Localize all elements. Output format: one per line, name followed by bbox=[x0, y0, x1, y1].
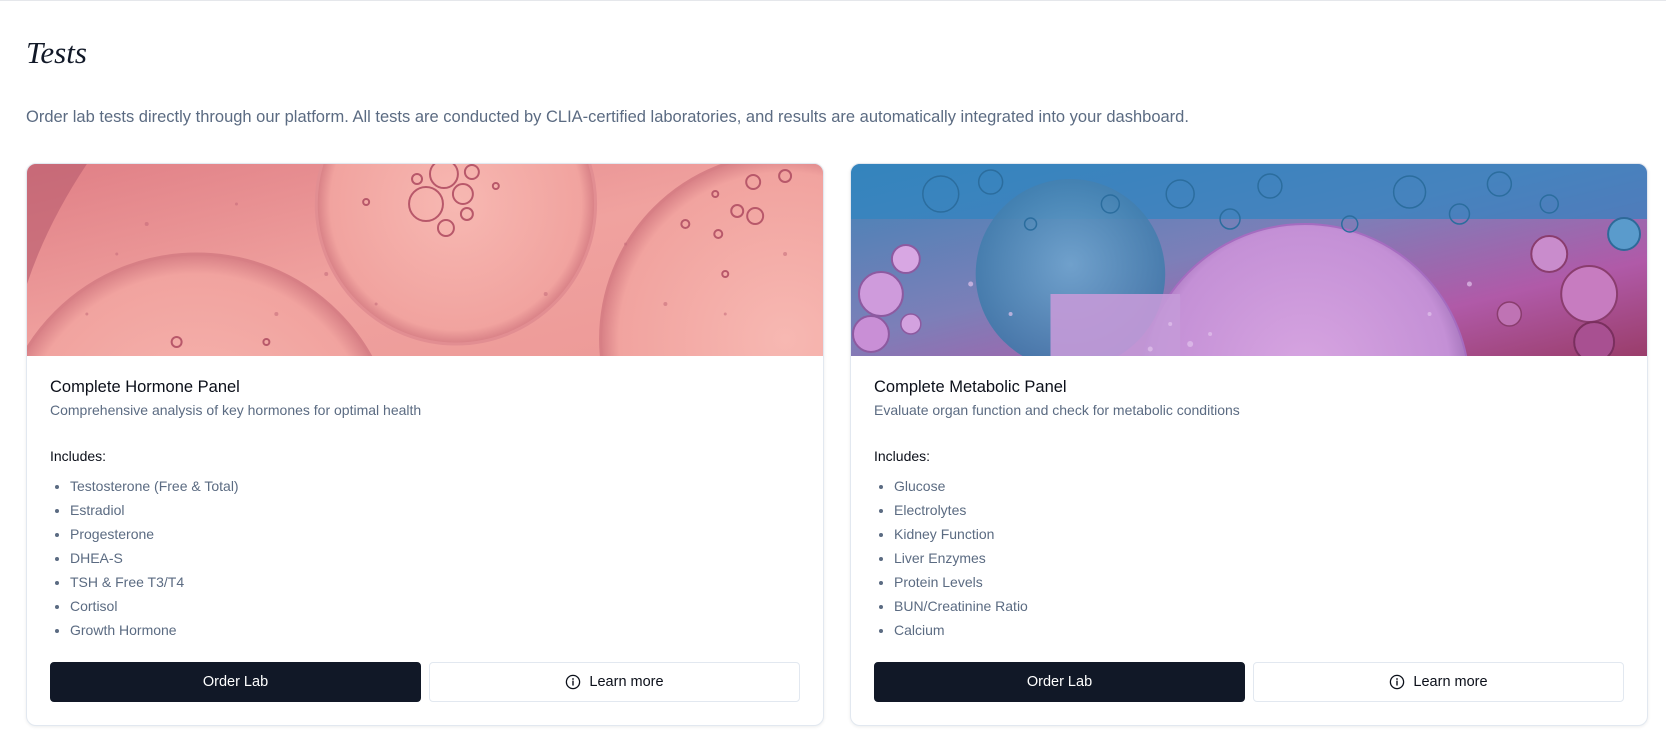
info-icon bbox=[566, 674, 581, 690]
info-icon bbox=[1390, 674, 1405, 690]
list-item: Estradiol bbox=[70, 498, 800, 522]
list-item: Testosterone (Free & Total) bbox=[70, 474, 800, 498]
list-item: Calcium bbox=[894, 618, 1624, 642]
card-subtitle: Comprehensive analysis of key hormones f… bbox=[50, 402, 422, 418]
list-item: Glucose bbox=[894, 474, 1624, 498]
includes-label: Includes: bbox=[874, 448, 931, 464]
card-actions: Order Lab Learn more bbox=[874, 662, 1624, 702]
list-item: Progesterone bbox=[70, 522, 800, 546]
page-title: Tests bbox=[26, 35, 87, 70]
includes-label: Includes: bbox=[50, 448, 107, 464]
card-subtitle: Evaluate organ function and check for me… bbox=[874, 402, 1240, 418]
order-lab-label: Order Lab bbox=[202, 674, 269, 690]
list-item: Kidney Function bbox=[894, 522, 1624, 546]
card-body: Complete Hormone Panel Comprehensive ana… bbox=[50, 376, 800, 642]
list-item: Growth Hormone bbox=[70, 618, 800, 642]
order-lab-button[interactable]: Order Lab bbox=[50, 662, 421, 702]
pink-bubbles-image bbox=[27, 164, 823, 356]
list-item: BUN/Creatinine Ratio bbox=[894, 594, 1624, 618]
list-item: Protein Levels bbox=[894, 570, 1624, 594]
learn-more-label: Learn more bbox=[1413, 674, 1488, 690]
order-lab-label: Order Lab bbox=[1026, 674, 1093, 690]
test-card-metabolic: Complete Metabolic Panel Evaluate organ … bbox=[850, 163, 1648, 726]
card-title: Complete Hormone Panel bbox=[50, 378, 240, 396]
includes-list: Testosterone (Free & Total) Estradiol Pr… bbox=[50, 474, 800, 642]
card-actions: Order Lab Learn more bbox=[50, 662, 800, 702]
list-item: DHEA-S bbox=[70, 546, 800, 570]
test-card-hormone: Complete Hormone Panel Comprehensive ana… bbox=[26, 163, 824, 726]
list-item: Electrolytes bbox=[894, 498, 1624, 522]
blue-purple-bubbles-image bbox=[851, 164, 1647, 356]
card-body: Complete Metabolic Panel Evaluate organ … bbox=[874, 376, 1624, 642]
learn-more-button[interactable]: Learn more bbox=[429, 662, 800, 702]
card-title: Complete Metabolic Panel bbox=[874, 378, 1067, 396]
list-item: Liver Enzymes bbox=[894, 546, 1624, 570]
page-description: Order lab tests directly through our pla… bbox=[26, 108, 1189, 126]
learn-more-label: Learn more bbox=[589, 674, 664, 690]
list-item: Cortisol bbox=[70, 594, 800, 618]
order-lab-button[interactable]: Order Lab bbox=[874, 662, 1245, 702]
includes-list: Glucose Electrolytes Kidney Function Liv… bbox=[874, 474, 1624, 642]
learn-more-button[interactable]: Learn more bbox=[1253, 662, 1624, 702]
list-item: TSH & Free T3/T4 bbox=[70, 570, 800, 594]
